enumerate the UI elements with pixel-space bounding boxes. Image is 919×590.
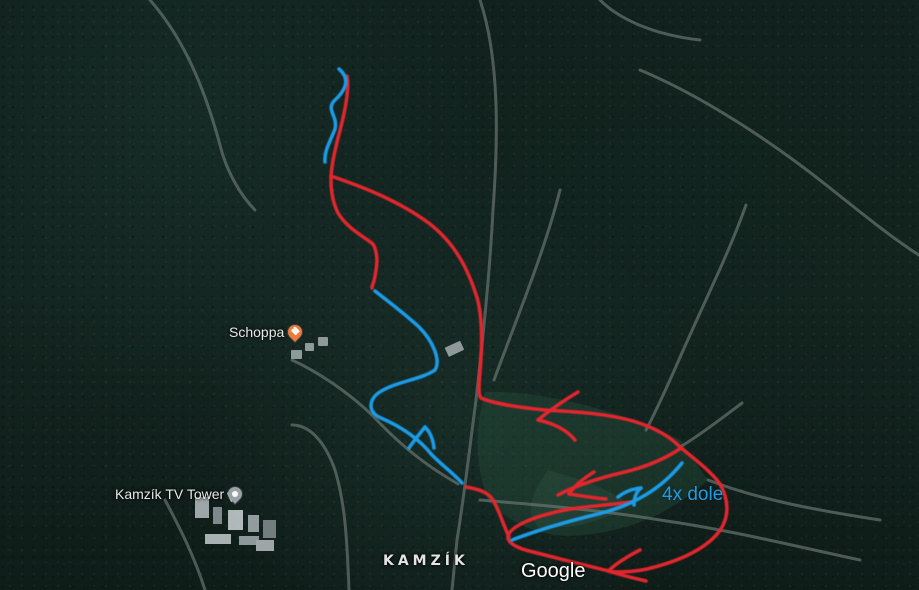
landmark-pin-icon[interactable] bbox=[225, 484, 246, 504]
restaurant-label: Schoppa bbox=[229, 324, 285, 340]
road bbox=[678, 401, 744, 449]
google-logo: Google bbox=[521, 560, 586, 582]
road bbox=[706, 478, 882, 522]
road bbox=[148, 0, 257, 212]
road bbox=[638, 68, 919, 257]
landmark-marker[interactable]: Kamzík TV Tower bbox=[115, 484, 246, 504]
landmark-label: Kamzík TV Tower bbox=[115, 486, 225, 502]
road bbox=[598, 0, 702, 42]
route-note: 4x dole bbox=[662, 484, 724, 505]
place-label: KAMZÍK bbox=[383, 553, 469, 569]
restaurant-pin-icon[interactable] bbox=[285, 322, 306, 342]
building-cluster-schoppa bbox=[291, 337, 464, 359]
road bbox=[492, 188, 562, 382]
road bbox=[644, 203, 748, 432]
road bbox=[290, 358, 460, 486]
road bbox=[290, 423, 351, 590]
satellite-map[interactable]: Schoppa Kamzík TV Tower KAMZÍK 4x dole G… bbox=[0, 0, 919, 590]
restaurant-marker[interactable]: Schoppa bbox=[229, 322, 306, 342]
